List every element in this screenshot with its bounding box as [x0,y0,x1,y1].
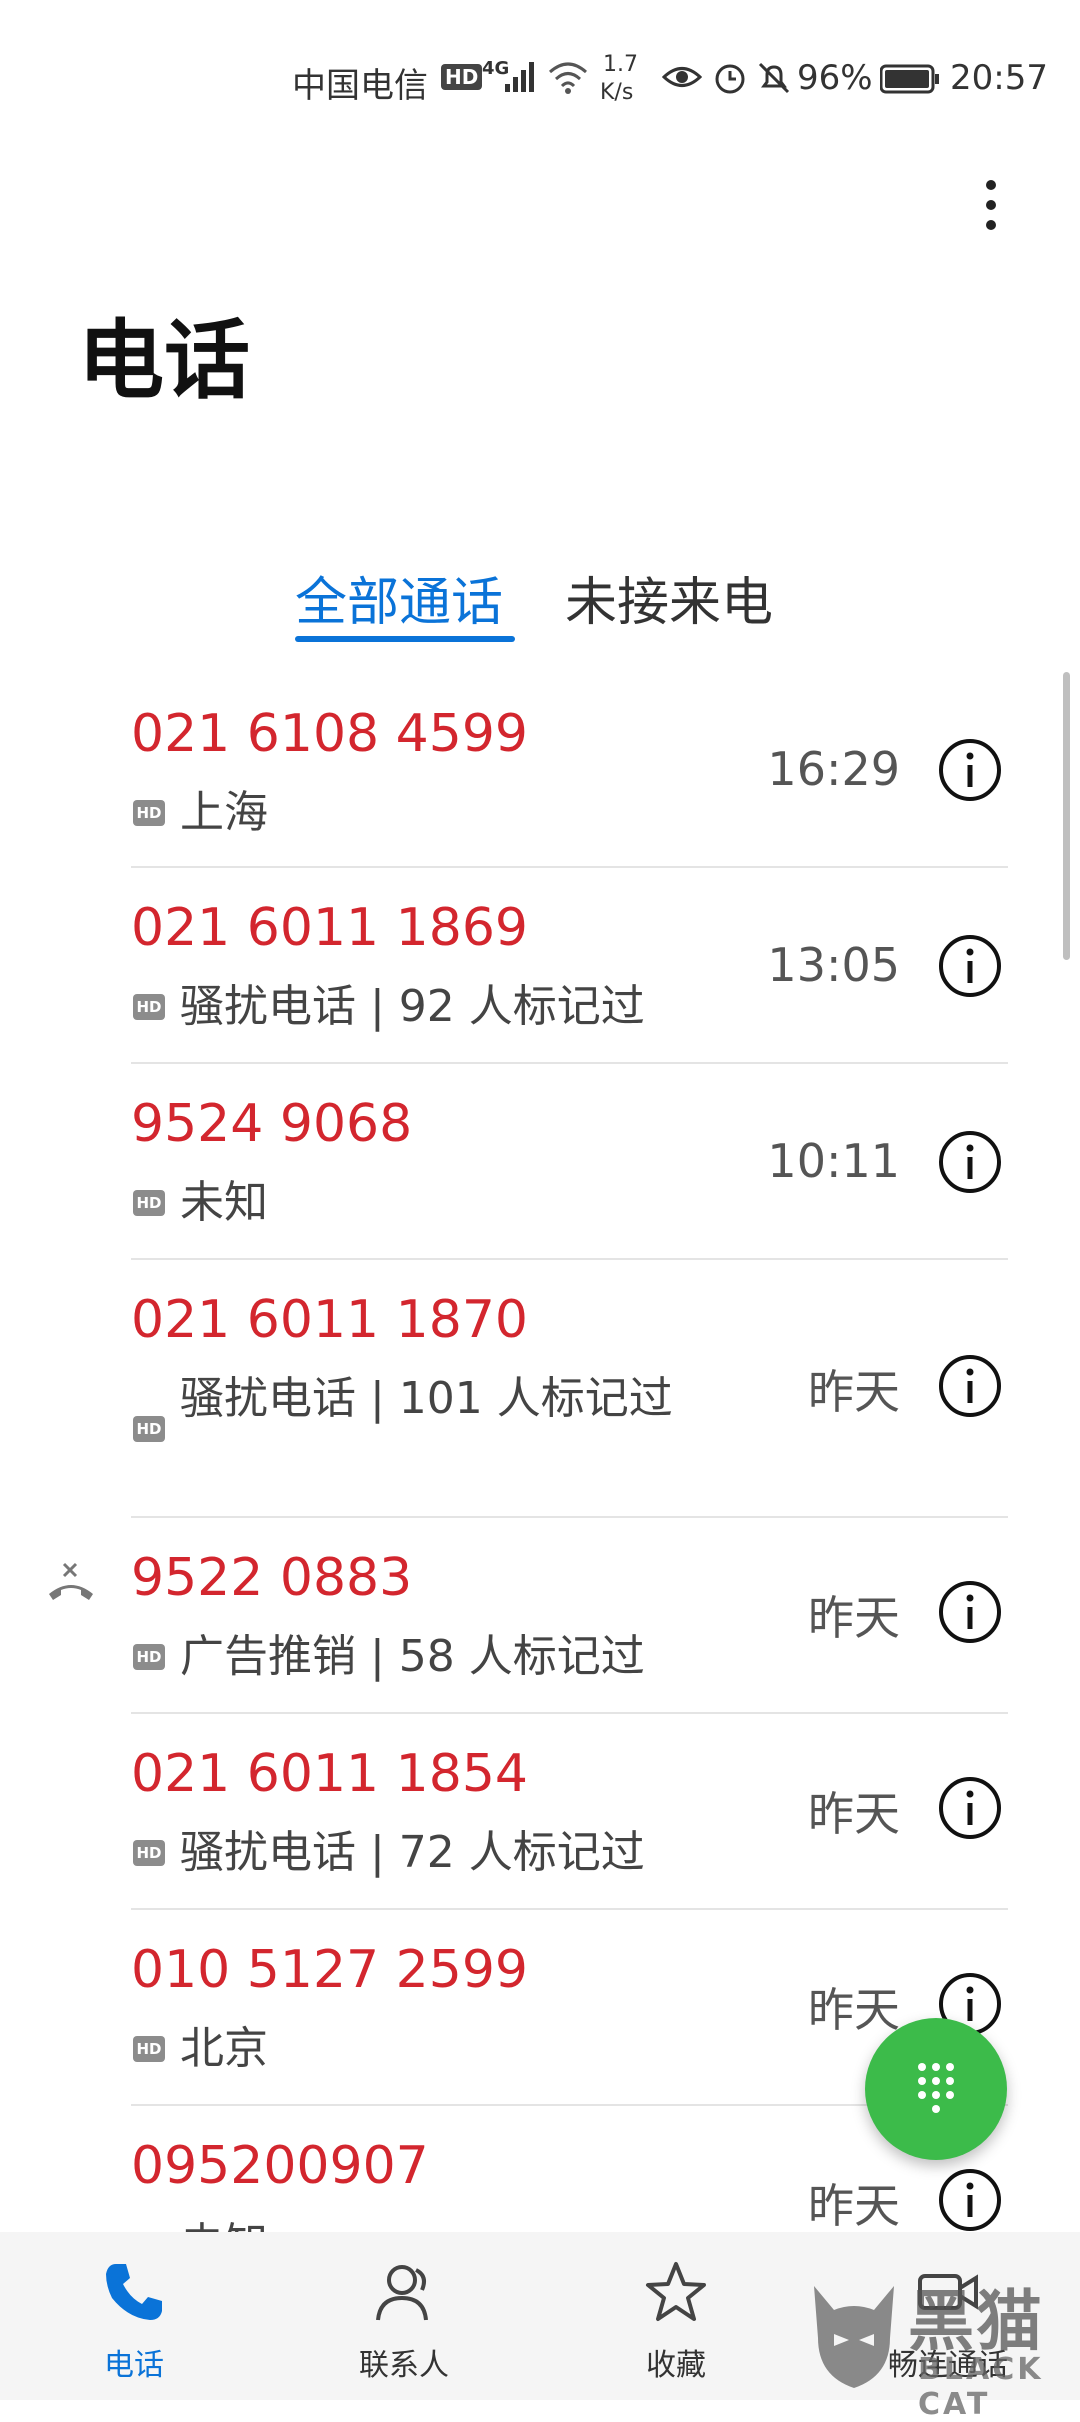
hd-call-badge: HD [133,1190,165,1216]
nav-label: 联系人 [359,2348,449,2383]
call-description: 骚扰电话 | 72 人标记过 [180,1827,645,1878]
dialpad-icon [918,2063,954,2113]
call-description: 广告推销 | 58 人标记过 [180,1631,645,1682]
status-bar: 中国电信 HD 4G 1.7 K/s 96% 20:57 [0,0,1080,140]
call-number: 9522 0883 [131,1548,413,1608]
more-options-button[interactable] [960,170,1020,240]
contacts-icon [376,2265,428,2321]
scrollbar[interactable] [1063,672,1070,960]
call-time: 16:29 [767,742,900,796]
nav-tab-contacts[interactable]: 联系人 [304,2232,504,2400]
hd-call-badge: HD [133,1644,165,1670]
missed-call-icon [49,1562,93,1600]
star-icon [646,2262,706,2321]
dot [986,180,996,190]
hd-call-badge: HD [133,994,165,1020]
info-icon[interactable] [938,1580,1002,1644]
call-row[interactable]: 9524 9068 HD 未知 10:11 [0,1064,1080,1260]
hd-badge: HD [441,64,483,90]
call-row[interactable]: 021 6011 1869 HD 骚扰电话 | 92 人标记过 13:05 [0,868,1080,1064]
hd-call-badge: HD [133,800,165,826]
call-number: 021 6011 1854 [131,1744,528,1804]
info-icon[interactable] [938,1130,1002,1194]
dot [986,200,996,210]
dot [986,220,996,230]
battery-percent: 96% [797,58,873,98]
hd-call-badge: HD [133,2036,165,2062]
call-description: 北京 [180,2023,268,2074]
cat-logo-icon [814,2286,894,2388]
call-time: 10:11 [767,1134,900,1188]
signal-icon [505,62,534,92]
nav-tab-favorites[interactable]: 收藏 [576,2232,776,2400]
call-time: 昨天 [808,1365,900,1419]
call-time: 昨天 [808,1591,900,1645]
call-number: 010 5127 2599 [131,1940,528,2000]
info-icon[interactable] [938,934,1002,998]
nav-tab-phone[interactable]: 电话 [34,2232,234,2400]
call-row[interactable]: 9522 0883 HD 广告推销 | 58 人标记过 昨天 [0,1518,1080,1714]
alarm-icon [715,64,745,94]
wifi-icon [549,62,587,94]
info-icon[interactable] [938,1776,1002,1840]
info-icon[interactable] [938,738,1002,802]
eye-icon [662,67,702,87]
call-description: 未知 [180,2214,680,2232]
tab-all-calls[interactable]: 全部通话 [295,560,503,635]
call-row[interactable]: 021 6108 4599 HD 上海 16:29 [0,672,1080,868]
tab-missed-calls[interactable]: 未接来电 [565,560,773,635]
call-description: 上海 [180,787,268,838]
call-description: 骚扰电话 | 92 人标记过 [180,981,645,1032]
blackcat-watermark: 黑猫 BLACK CAT [800,2268,1080,2422]
nav-label: 电话 [104,2348,164,2383]
call-number: 9524 9068 [131,1094,413,1154]
watermark-cn: 黑猫 [908,2283,1044,2360]
call-number: 021 6011 1870 [131,1290,528,1350]
carrier-label: 中国电信 [292,66,428,106]
call-time: 昨天 [808,2179,900,2232]
phone-icon [106,2264,162,2320]
hd-call-badge: HD [133,1416,165,1442]
call-number: 021 6108 4599 [131,704,528,764]
hd-call-badge: HD [133,1840,165,1866]
call-number: 021 6011 1869 [131,898,528,958]
tab-indicator [295,636,515,642]
nav-label: 收藏 [646,2348,706,2383]
call-row[interactable]: 021 6011 1854 HD 骚扰电话 | 72 人标记过 昨天 [0,1714,1080,1910]
call-time: 13:05 [767,938,900,992]
call-number: 095200907 [131,2136,429,2196]
call-time: 昨天 [808,1983,900,2037]
call-description: 未知 [180,1177,268,1228]
page-title: 电话 [78,311,250,411]
dialpad-button[interactable] [865,2018,1007,2160]
clock: 20:57 [950,58,1048,98]
speed-unit: K/s [600,80,634,105]
call-time: 昨天 [808,1787,900,1841]
info-icon[interactable] [938,2168,1002,2232]
call-description: 骚扰电话 | 101 人标记过 [180,1373,673,1424]
watermark-en: BLACK CAT [918,2352,1044,2422]
mute-bell-icon [758,62,790,94]
call-log-list[interactable]: 021 6108 4599 HD 上海 16:29 021 6011 1869 … [0,672,1080,2232]
speed-value: 1.7 [603,52,638,77]
call-row[interactable]: 021 6011 1870 HD 骚扰电话 | 101 人标记过 昨天 [0,1260,1080,1518]
info-icon[interactable] [938,1354,1002,1418]
battery-icon [880,64,939,94]
